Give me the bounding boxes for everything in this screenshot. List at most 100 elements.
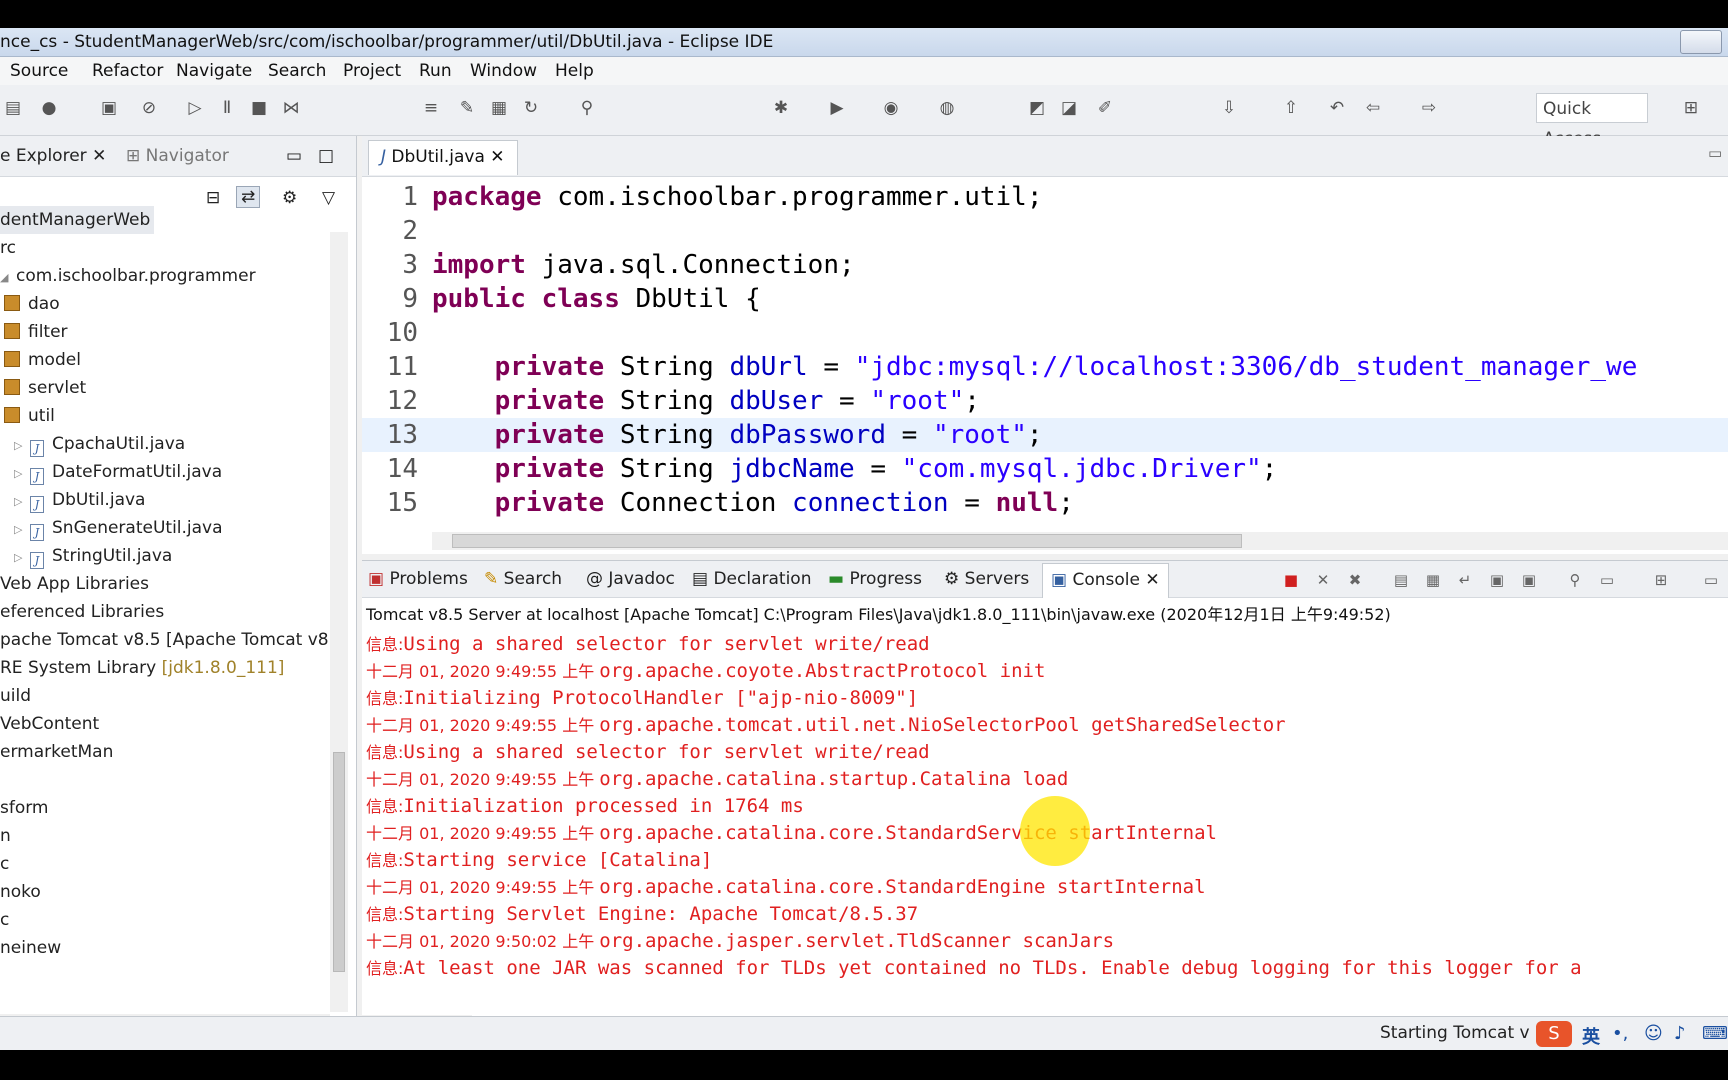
external-tools-icon[interactable]: ◍ xyxy=(936,97,958,119)
tree-item[interactable]: ▷ J StringUtil.java xyxy=(14,542,172,570)
disconnect-icon[interactable]: ⋈ xyxy=(280,97,302,119)
tree-item[interactable]: rc xyxy=(0,234,16,262)
menu-help[interactable]: Help xyxy=(555,61,594,81)
display-console-icon[interactable]: ▭ xyxy=(1598,571,1616,589)
tab-problems[interactable]: ▣ Problems xyxy=(368,569,468,589)
terminate-icon[interactable]: ■ xyxy=(1282,571,1300,589)
tree-item[interactable]: ermarketMan xyxy=(0,738,113,766)
tree-item[interactable]: dao xyxy=(4,290,60,318)
menu-run[interactable]: Run xyxy=(419,61,452,81)
wand-icon[interactable]: ✎ xyxy=(456,97,478,119)
code-line[interactable]: 9 public class DbUtil { xyxy=(362,282,1728,316)
show-on-stderr-icon[interactable]: ▣ xyxy=(1520,571,1538,589)
expand-arrow-icon[interactable]: ▷ xyxy=(14,544,24,572)
quick-access-input[interactable]: Quick Access xyxy=(1536,93,1648,149)
menu-project[interactable]: Project xyxy=(343,61,401,81)
code-line[interactable]: 14 private String jdbcName = "com.mysql.… xyxy=(362,452,1728,486)
profile-icon[interactable]: ● xyxy=(38,97,60,119)
forward-icon[interactable]: ⇨ xyxy=(1418,97,1440,119)
back-icon[interactable]: ⇦ xyxy=(1362,97,1384,119)
menu-window[interactable]: Window xyxy=(470,61,537,81)
scroll-lock-icon[interactable]: ▦ xyxy=(1424,571,1442,589)
refresh-icon[interactable]: ↻ xyxy=(520,97,542,119)
tree-item[interactable]: model xyxy=(4,346,81,374)
tree-item[interactable]: n xyxy=(0,822,11,850)
tree-item[interactable]: c xyxy=(0,906,9,934)
tree-item[interactable]: eferenced Libraries xyxy=(0,598,164,626)
tree-item[interactable]: uild xyxy=(0,682,31,710)
open-console-icon[interactable]: ⊞ xyxy=(1652,571,1670,589)
close-icon[interactable]: ✕ xyxy=(92,146,106,166)
tree-item[interactable]: neinew xyxy=(0,934,61,962)
expand-arrow-icon[interactable]: ◢ xyxy=(0,264,10,292)
tree-item[interactable]: pache Tomcat v8.5 [Apache Tomcat v8.5 xyxy=(0,626,345,654)
code-area[interactable]: 1 package com.ischoolbar.programmer.util;… xyxy=(362,180,1728,520)
minimize-view-icon[interactable]: ▭ xyxy=(1708,144,1722,162)
show-on-stdout-icon[interactable]: ▣ xyxy=(1488,571,1506,589)
open-perspective-icon[interactable]: ⊞ xyxy=(1680,97,1702,119)
menu-search[interactable]: Search xyxy=(268,61,326,81)
tab-console[interactable]: ▣ Console ✕ xyxy=(1042,563,1169,598)
code-line[interactable]: 10 xyxy=(362,316,1728,350)
tab-javadoc[interactable]: @ Javadoc xyxy=(586,569,675,589)
explorer-vertical-scrollbar[interactable] xyxy=(330,232,348,1012)
pin-icon[interactable]: ⚲ xyxy=(576,97,598,119)
close-icon[interactable]: ✕ xyxy=(1145,570,1159,590)
close-icon[interactable]: ✕ xyxy=(490,147,504,167)
menu-navigate[interactable]: Navigate xyxy=(176,61,252,81)
code-line[interactable]: 15 private Connection connection = null; xyxy=(362,486,1728,520)
ime-logo-icon[interactable]: S xyxy=(1536,1021,1572,1047)
open-folder-icon[interactable]: ◩ xyxy=(1026,97,1048,119)
tab-search[interactable]: ✎ Search xyxy=(484,569,562,589)
ime-punctuation-icon[interactable]: •, xyxy=(1612,1023,1628,1044)
pin-console-icon[interactable]: ⚲ xyxy=(1566,571,1584,589)
next-annotation-icon[interactable]: ⇩ xyxy=(1218,97,1240,119)
tab-dbutil-java[interactable]: J DbUtil.java ✕ xyxy=(368,140,518,175)
prev-annotation-icon[interactable]: ⇧ xyxy=(1280,97,1302,119)
code-line[interactable]: 12 private String dbUser = "root"; xyxy=(362,384,1728,418)
editor-horizontal-scrollbar[interactable] xyxy=(432,532,1728,550)
tree-item[interactable]: ▷ J CpachaUtil.java xyxy=(14,430,185,458)
skip-breakpoints-icon[interactable]: ⊘ xyxy=(138,97,160,119)
code-line[interactable]: 2 xyxy=(362,214,1728,248)
task-icon[interactable]: ✐ xyxy=(1094,97,1116,119)
view-menu-icon[interactable]: ▽ xyxy=(322,188,335,208)
last-edit-icon[interactable]: ↶ xyxy=(1326,97,1348,119)
ime-voice-icon[interactable]: ♪ xyxy=(1674,1023,1686,1044)
maximize-view-icon[interactable]: □ xyxy=(318,146,334,166)
tree-item[interactable]: VebContent xyxy=(0,710,99,738)
link-editor-icon[interactable]: ⇄ xyxy=(236,186,261,208)
ime-emoji-icon[interactable]: ☺ xyxy=(1644,1023,1663,1044)
minimize-view-icon[interactable]: ▭ xyxy=(1702,571,1720,589)
word-wrap-icon[interactable]: ↵ xyxy=(1456,571,1474,589)
scroll-thumb[interactable] xyxy=(452,534,1242,548)
tab-project-explorer[interactable]: e Explorer ✕ xyxy=(0,146,106,166)
tree-item[interactable]: servlet xyxy=(4,374,86,402)
tree-item[interactable]: dentManagerWeb xyxy=(0,206,155,234)
terminal-icon[interactable]: ▣ xyxy=(98,97,120,119)
build-icon[interactable]: ≡ xyxy=(420,97,442,119)
open-type-icon[interactable]: ◪ xyxy=(1058,97,1080,119)
run-icon[interactable]: ▶ xyxy=(826,97,848,119)
ime-keyboard-icon[interactable]: ⌨ xyxy=(1702,1023,1728,1044)
terminate-icon[interactable]: ■ xyxy=(248,97,270,119)
tab-progress[interactable]: ▬ Progress xyxy=(828,569,922,589)
menu-source[interactable]: Source xyxy=(10,61,68,81)
tab-servers[interactable]: ⚙ Servers xyxy=(944,569,1029,589)
tab-navigator[interactable]: ⊞ Navigator xyxy=(126,146,229,166)
expand-arrow-icon[interactable]: ▷ xyxy=(14,432,24,460)
save-all-icon[interactable]: ▤ xyxy=(2,97,24,119)
tree-item[interactable]: sform xyxy=(0,794,49,822)
tree-item[interactable]: Veb App Libraries xyxy=(0,570,149,598)
tree-item[interactable]: filter xyxy=(4,318,68,346)
code-line[interactable]: 11 private String dbUrl = "jdbc:mysql://… xyxy=(362,350,1728,384)
tree-item[interactable]: ▷ J DbUtil.java xyxy=(14,486,145,514)
remove-launch-icon[interactable]: ✕ xyxy=(1314,571,1332,589)
filter-icon[interactable]: ⚙ xyxy=(282,188,297,208)
expand-arrow-icon[interactable]: ▷ xyxy=(14,516,24,544)
suspend-icon[interactable]: Ⅱ xyxy=(216,97,238,119)
clear-console-icon[interactable]: ▤ xyxy=(1392,571,1410,589)
tree-item[interactable]: c xyxy=(0,850,9,878)
tab-declaration[interactable]: ▤ Declaration xyxy=(692,569,811,589)
expand-arrow-icon[interactable]: ▷ xyxy=(14,488,24,516)
